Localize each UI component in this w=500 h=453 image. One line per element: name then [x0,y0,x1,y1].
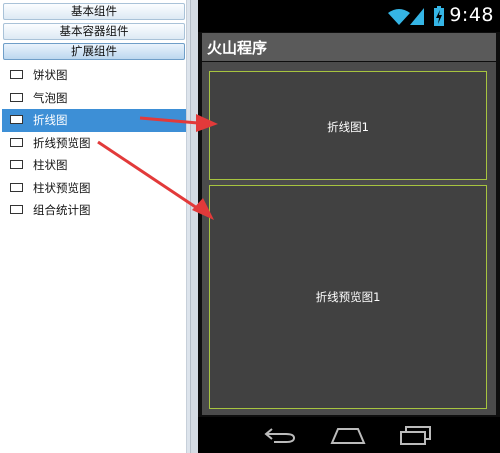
component-icon [10,182,23,192]
component-item-bar-chart[interactable]: 柱状图 [0,154,186,177]
category-containers-button[interactable]: 基本容器组件 [3,23,185,40]
status-bar: 9:48 [198,0,500,32]
component-label: 气泡图 [33,90,68,105]
component-label: 折线预览图 [33,135,91,150]
form-canvas: 折线图1 折线预览图1 [202,62,496,415]
component-palette: 基本组件 基本容器组件 扩展组件 饼状图 气泡图 折线图 折线预览图 柱状图 柱… [0,0,191,453]
phone-preview: 9:48 火山程序 折线图1 折线预览图1 [198,0,500,453]
component-item-bar-preview-chart[interactable]: 柱状预览图 [0,177,186,200]
component-icon [10,115,23,124]
component-icon [10,70,23,79]
back-icon[interactable] [262,425,296,445]
component-list: 饼状图 气泡图 折线图 折线预览图 柱状图 柱状预览图 组合统计图 [0,64,186,222]
battery-charging-icon [434,6,444,26]
wifi-icon [388,9,410,25]
signal-icon [410,8,424,25]
component-icon [10,205,23,214]
android-nav-bar [198,417,500,453]
component-label: 柱状预览图 [33,180,91,195]
component-label: 柱状图 [33,158,68,172]
component-item-bubble-chart[interactable]: 气泡图 [0,87,186,110]
line-preview-chart-widget-label: 折线预览图1 [315,290,381,304]
category-extended-button[interactable]: 扩展组件 [3,43,185,60]
component-icon [10,160,23,169]
home-icon[interactable] [330,425,366,445]
component-label: 饼状图 [33,68,68,82]
line-chart-widget[interactable]: 折线图1 [209,71,487,180]
component-icon [10,92,23,102]
component-icon [10,137,23,147]
component-item-pie-chart[interactable]: 饼状图 [0,64,186,87]
status-clock: 9:48 [449,4,494,26]
category-basic-button[interactable]: 基本组件 [3,3,185,20]
app-title-bar: 火山程序 [202,33,496,61]
app-title: 火山程序 [207,39,268,57]
component-label: 折线图 [33,113,68,127]
component-item-line-preview-chart[interactable]: 折线预览图 [0,132,186,155]
component-item-combined-chart[interactable]: 组合统计图 [0,199,186,222]
component-label: 组合统计图 [33,203,91,217]
line-chart-widget-label: 折线图1 [327,120,369,134]
component-item-line-chart[interactable]: 折线图 [2,109,186,132]
recent-apps-icon[interactable] [398,425,432,445]
line-preview-chart-widget[interactable]: 折线预览图1 [209,185,487,409]
